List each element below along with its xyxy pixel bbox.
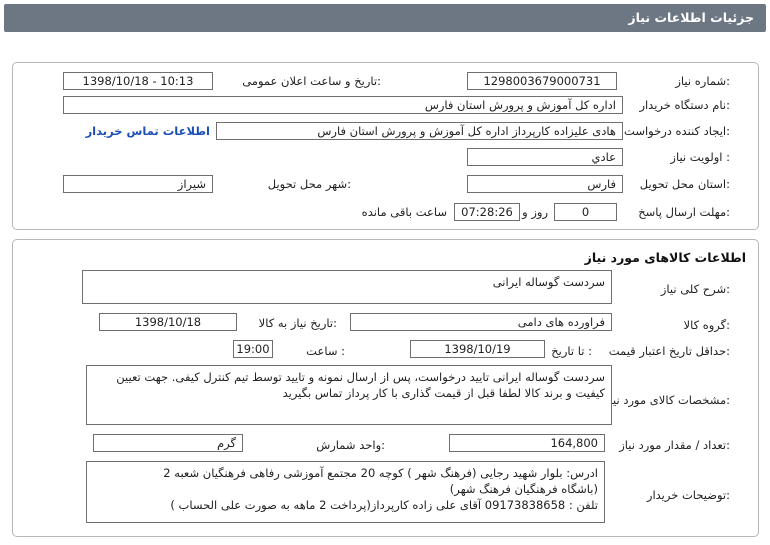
- need-date-label: تاریخ نیاز به کالا:: [258, 316, 337, 330]
- need-number-field[interactable]: 1298003679000731: [467, 72, 617, 90]
- validity-time-label: ساعت :: [306, 344, 345, 358]
- quantity-field[interactable]: 164,800: [449, 434, 605, 452]
- province-label: استان محل تحویل:: [639, 177, 730, 191]
- specs-field[interactable]: سردست گوساله ایرانی تایید درخواست، پس از…: [86, 365, 612, 425]
- announce-date-label: تاریخ و ساعت اعلان عمومی:: [242, 74, 381, 88]
- priority-label: اولویت نیاز :: [670, 150, 730, 164]
- city-field[interactable]: شیراز: [63, 175, 213, 193]
- province-field[interactable]: فارس: [467, 175, 623, 193]
- goods-group-field[interactable]: فراورده های دامی: [350, 313, 612, 331]
- quantity-label: تعداد / مقدار مورد نیاز:: [619, 438, 730, 452]
- summary-label: شرح کلی نیاز:: [660, 282, 730, 296]
- deadline-label: مهلت ارسال پاسخ:: [638, 205, 730, 219]
- buyer-org-field[interactable]: اداره کل آموزش و پرورش استان فارس: [63, 96, 623, 114]
- until-date-label: تا تاریخ :: [551, 344, 592, 358]
- buyer-org-label: نام دستگاه خریدار:: [639, 98, 730, 112]
- goods-section-title: اطلاعات کالاهای مورد نیاز: [584, 250, 746, 265]
- unit-label: واحد شمارش:: [316, 438, 385, 452]
- validity-time-field[interactable]: 19:00: [233, 340, 273, 358]
- requester-label: ایجاد کننده درخواست:: [624, 124, 730, 138]
- need-details-panel: شماره نیاز: 1298003679000731 تاریخ و ساع…: [12, 62, 759, 230]
- deadline-remaining-label: ساعت باقی مانده: [361, 205, 447, 219]
- summary-field[interactable]: سردست گوساله ایرانی: [82, 270, 612, 304]
- specs-label: مشخصات کالای مورد نیاز:: [603, 393, 730, 407]
- city-label: شهر محل تحویل:: [267, 177, 351, 191]
- deadline-days-field[interactable]: 0: [554, 203, 617, 221]
- need-date-field[interactable]: 1398/10/18: [99, 313, 237, 331]
- until-date-field[interactable]: 1398/10/19: [410, 340, 545, 358]
- buyer-notes-label: توضیحات خریدار:: [646, 488, 730, 502]
- requester-field[interactable]: هادی علیزاده کارپرداز اداره کل آموزش و پ…: [216, 122, 623, 140]
- need-number-label: شماره نیاز:: [675, 74, 730, 88]
- deadline-days-suffix: روز و: [522, 205, 548, 219]
- buyer-contact-link[interactable]: اطلاعات تماس خریدار: [86, 124, 210, 138]
- deadline-time-field[interactable]: 07:28:26: [454, 203, 520, 221]
- buyer-notes-line: ادرس: بلوار شهید رجایی (فرهنگ شهر ) کوچه…: [163, 466, 598, 480]
- priority-field[interactable]: عادي: [467, 148, 623, 166]
- window-title: جزئیات اطلاعات نیاز: [4, 4, 766, 32]
- buyer-notes-line: تلفن : 09173838658 آقای علی زاده کارپردا…: [170, 498, 598, 512]
- goods-group-label: گروه کالا:: [683, 318, 730, 332]
- buyer-notes-line: (باشگاه فرهنگیان فرهنگ شهر): [449, 482, 598, 496]
- buyer-notes-field[interactable]: ادرس: بلوار شهید رجایی (فرهنگ شهر ) کوچه…: [86, 461, 605, 523]
- announce-date-field[interactable]: 1398/10/18 - 10:13: [63, 72, 213, 90]
- price-validity-label: حداقل تاریخ اعتبار قیمت:: [608, 344, 730, 358]
- goods-info-panel: اطلاعات کالاهای مورد نیاز شرح کلی نیاز: …: [12, 239, 759, 537]
- unit-field[interactable]: گرم: [93, 434, 243, 452]
